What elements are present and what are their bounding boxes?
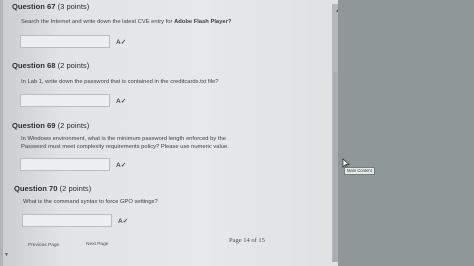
scroll-up-icon[interactable]: ▲ [335,8,338,14]
question-points: (2 points) [57,121,90,130]
previous-page-button[interactable]: Previous Page [28,243,59,248]
question-68-text: In Lab 1, write down the password that i… [21,78,219,86]
question-title-text: Question 70 [14,184,58,193]
spell-check-icon[interactable]: A✓ [116,161,126,169]
question-title-text: Question 67 [12,2,56,11]
question-69-text: In Windows environment, what is the mini… [21,135,229,151]
spell-check-icon[interactable]: A✓ [116,38,126,46]
question-67-text: Search the Internet and write down the l… [21,18,231,26]
question-text: Search the Internet and write down the l… [21,19,175,25]
question-title-text: Question 69 [12,121,56,130]
question-points: (3 points) [57,2,90,11]
question-points: (2 points) [57,61,90,70]
spell-check-icon[interactable]: A✓ [116,97,126,105]
question-title-text: Question 68 [12,61,56,70]
question-68-title: Question 68 (2 points) [12,61,89,70]
question-text-bold: Adobe Flash Player? [174,19,232,25]
question-text-line-2: Password must meet complexity requiremen… [21,144,229,150]
question-text: In Lab 1, write down the password that i… [21,79,219,85]
answer-input-70[interactable] [22,214,112,227]
scrollbar-thumb[interactable] [333,72,338,262]
quiz-page: Question 67 (3 points) Search the Intern… [0,0,338,266]
next-page-button[interactable]: Next Page [86,242,108,247]
answer-input-67[interactable] [20,35,110,48]
question-text-line-1: In Windows environment, what is the mini… [21,136,226,142]
page-indicator: Page 14 of 15 [229,237,265,244]
question-70-text: What is the command syntax to force GPO … [23,198,158,206]
spell-check-icon[interactable]: A✓ [118,217,128,225]
answer-input-68[interactable] [20,94,110,107]
left-edge [0,0,3,266]
question-67-title: Question 67 (3 points) [12,2,89,11]
question-points: (2 points) [59,184,92,193]
question-70-title: Question 70 (2 points) [14,184,91,193]
answer-input-69[interactable] [20,158,110,171]
question-69-title: Question 69 (2 points) [12,121,89,130]
tooltip: Main Content [344,167,375,175]
scroll-down-icon[interactable]: ▼ [4,252,9,258]
question-text: What is the command syntax to force GPO … [23,199,158,205]
